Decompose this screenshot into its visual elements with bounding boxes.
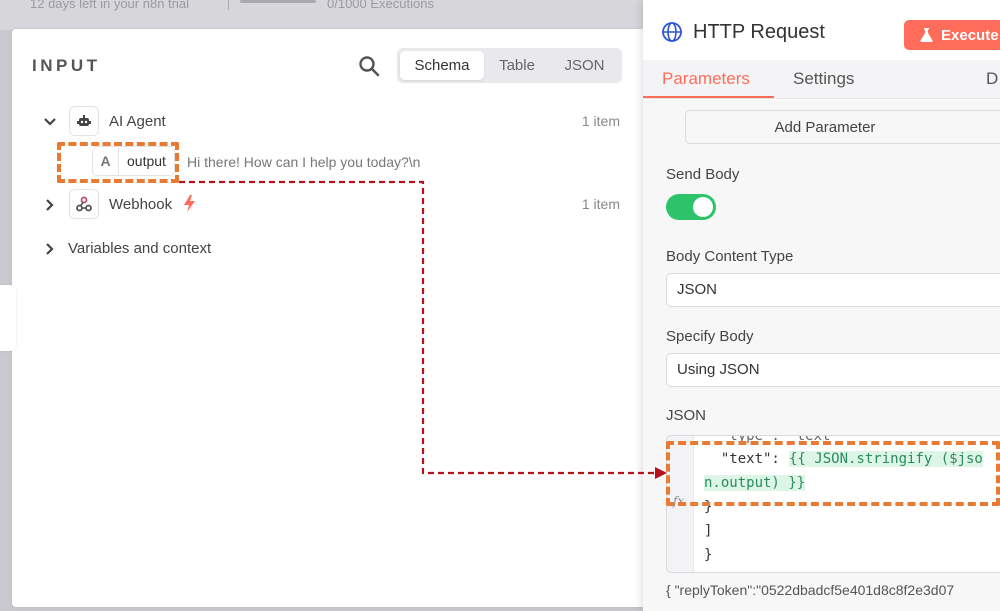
code-line: "type": "text"	[704, 435, 839, 444]
parameters-body: Add Parameter Send Body Body Content Typ…	[643, 100, 1000, 611]
chevron-down-icon[interactable]	[42, 114, 58, 130]
tab-table[interactable]: Table	[484, 51, 550, 80]
node-label-webhook: Webhook	[109, 196, 173, 213]
code-gutter: fx	[667, 436, 694, 572]
specify-body-select[interactable]: Using JSON	[666, 353, 1000, 387]
code-line-text-key: "text":	[704, 451, 789, 467]
code-line: }	[704, 499, 713, 515]
body-content-type-select[interactable]: JSON	[666, 273, 1000, 307]
item-count: 1 item	[581, 196, 620, 212]
chevron-right-icon[interactable]	[42, 241, 58, 257]
tab-parameters[interactable]: Parameters	[662, 69, 750, 89]
specify-body-label: Specify Body	[666, 328, 754, 345]
panel-tabs: Parameters Settings D	[643, 60, 1000, 99]
webhook-icon	[69, 189, 99, 219]
field-value-output: Hi there! How can I help you today?\n	[187, 154, 421, 170]
executions-text: 0/1000 Executions	[327, 0, 434, 11]
view-mode-tabs: Schema Table JSON	[397, 48, 622, 83]
code-line: }	[704, 547, 713, 563]
status-divider	[228, 0, 229, 10]
json-label: JSON	[666, 407, 707, 424]
active-tab-indicator	[643, 96, 774, 98]
panel-title: HTTP Request	[693, 21, 825, 43]
robot-icon	[69, 106, 99, 136]
input-panel: INPUT Schema Table JSON AI Agent 1 item …	[12, 29, 660, 607]
body-content-type-label: Body Content Type	[666, 248, 794, 265]
code-expression: {{ JSON.stringify ($jso	[789, 451, 983, 467]
node-settings-panel: HTTP Request Execute Parameters Settings…	[643, 0, 1000, 611]
node-label-ai-agent: AI Agent	[109, 113, 166, 130]
output-field-pill[interactable]: A output	[92, 146, 175, 176]
tree-row-ai-agent[interactable]: AI Agent 1 item	[12, 106, 660, 136]
execute-label: Execute	[941, 26, 999, 44]
collapse-handle[interactable]	[0, 285, 16, 351]
add-parameter-button[interactable]: Add Parameter	[685, 110, 1000, 144]
top-status-bar: 12 days left in your n8n trial 0/1000 Ex…	[0, 0, 660, 30]
code-line: ]	[704, 523, 713, 539]
tree-row-variables[interactable]: Variables and context	[12, 233, 660, 263]
json-code-editor[interactable]: fx "type": "text" "text": {{ JSON.string…	[666, 435, 1000, 573]
lightning-icon	[184, 195, 195, 212]
string-type-icon: A	[93, 147, 119, 175]
send-body-label: Send Body	[666, 166, 740, 183]
chevron-right-icon[interactable]	[42, 197, 58, 213]
input-heading: INPUT	[32, 56, 101, 75]
tree-row-webhook[interactable]: Webhook 1 item	[12, 189, 660, 219]
field-name-output: output	[127, 153, 166, 169]
result-preview: { "replyToken":"0522dbadcf5e401d8c8f2e3d…	[666, 582, 955, 598]
send-body-toggle[interactable]	[666, 194, 716, 220]
code-expression-cont: n.output) }}	[704, 475, 806, 491]
search-icon[interactable]	[358, 55, 380, 77]
trial-text: 12 days left in your n8n trial	[30, 0, 189, 11]
item-count: 1 item	[581, 113, 620, 129]
executions-progress-bar	[240, 0, 316, 3]
execute-step-button[interactable]: Execute	[904, 20, 1000, 50]
tab-docs[interactable]: D	[986, 69, 998, 89]
globe-icon	[662, 22, 682, 42]
panel-header: HTTP Request Execute	[643, 0, 1000, 60]
tab-schema[interactable]: Schema	[400, 51, 484, 80]
node-label-variables: Variables and context	[68, 240, 212, 257]
flask-icon	[920, 28, 933, 42]
tab-settings[interactable]: Settings	[793, 69, 854, 89]
tab-json[interactable]: JSON	[550, 51, 619, 80]
expression-icon: fx	[673, 494, 685, 508]
